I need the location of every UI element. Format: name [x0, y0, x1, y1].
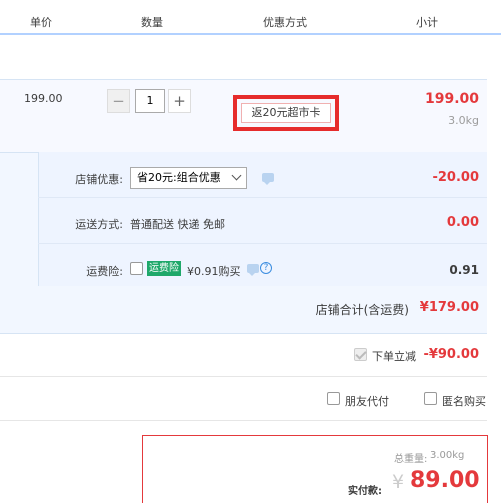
shop-total-label: 店铺合计(含运费) [315, 303, 409, 317]
col-subtotal-header: 小计 [416, 16, 438, 29]
unit-price: 199.00 [24, 92, 63, 105]
insurance-value: 0.91 [449, 263, 479, 277]
insurance-badge: 运费险 [147, 261, 181, 276]
section-divider [0, 376, 487, 377]
col-qty-header: 数量 [141, 16, 163, 29]
instant-discount-value: -¥90.00 [423, 347, 479, 362]
friend-pay-checkbox[interactable] [327, 392, 340, 405]
shop-discount-value: -20.00 [432, 170, 479, 185]
shop-total-row [0, 286, 487, 334]
help-icon[interactable]: ? [260, 262, 272, 274]
instant-discount-checkbox [354, 348, 367, 361]
qty-minus-button[interactable]: − [107, 89, 130, 113]
insurance-checkbox[interactable] [130, 262, 143, 275]
promo-tag[interactable]: 返20元超市卡 [241, 103, 331, 123]
total-weight-value: 3.00kg [430, 450, 465, 461]
shop-discount-selected: 省20元:组合优惠 [137, 171, 221, 184]
total-weight-label: 总重量: [394, 454, 428, 465]
item-subtotal: 199.00 [424, 91, 479, 107]
shop-discount-select[interactable]: 省20元:组合优惠 [130, 167, 247, 189]
promo-highlight-box: 返20元超市卡 [233, 95, 339, 131]
shop-discount-label: 店铺优惠: [75, 173, 123, 186]
chat-icon[interactable] [262, 173, 274, 185]
col-promo-header: 优惠方式 [263, 16, 307, 29]
row-divider [38, 197, 487, 198]
pay-currency: ¥ [392, 471, 405, 493]
anonymous-checkbox[interactable] [424, 392, 437, 405]
col-price-header: 单价 [30, 16, 52, 29]
quantity-input[interactable]: 1 [135, 89, 165, 113]
item-weight: 3.0kg [448, 114, 479, 127]
shipping-method: 普通配送 快递 免邮 [130, 218, 225, 231]
shipping-fee: 0.00 [446, 215, 479, 230]
row-divider [38, 243, 487, 244]
shop-total-value: ¥179.00 [419, 300, 479, 315]
chevron-down-icon [231, 170, 242, 181]
shipping-label: 运送方式: [75, 218, 123, 231]
anonymous-label[interactable]: 匿名购买 [442, 393, 486, 409]
qty-plus-button[interactable]: + [168, 89, 191, 113]
instant-discount-label: 下单立减 [372, 350, 416, 363]
pay-label: 实付款: [348, 486, 382, 497]
table-header: 单价 数量 优惠方式 小计 [0, 0, 501, 35]
section-divider [0, 420, 487, 421]
insurance-price-text: ¥0.91购买 [187, 265, 241, 278]
chat-icon[interactable] [247, 264, 259, 276]
friend-pay-label[interactable]: 朋友代付 [345, 393, 389, 409]
insurance-label: 运费险: [86, 265, 123, 278]
pay-amount: 89.00 [410, 468, 480, 493]
